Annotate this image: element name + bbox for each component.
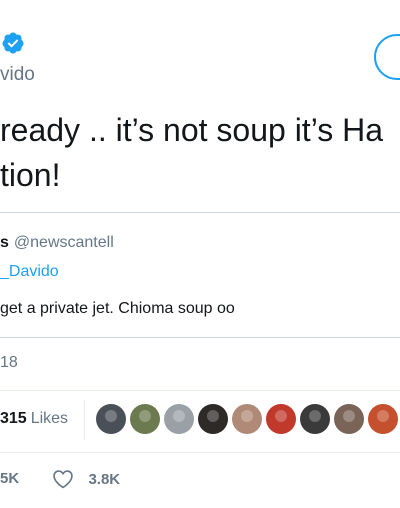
quoted-tweet-name: s — [0, 234, 9, 251]
liker-avatar[interactable] — [164, 404, 194, 434]
follow-button[interactable] — [374, 34, 400, 80]
liker-avatar[interactable] — [368, 404, 398, 434]
quoted-tweet-text: get a private jet. Chioma soup oo — [0, 300, 235, 317]
quoted-tweet-handle: @newscantell — [13, 234, 114, 251]
liker-avatar[interactable] — [232, 404, 262, 434]
likes-count: 315 — [0, 410, 27, 427]
heart-icon — [53, 470, 73, 489]
tweet-text-line: tion! — [0, 157, 61, 193]
stat-separator — [84, 400, 85, 440]
retweet-count[interactable]: 5K — [0, 470, 19, 487]
tweet-timestamp[interactable]: 18 — [0, 354, 18, 372]
divider — [0, 390, 400, 391]
likes-stat[interactable]: 315 Likes — [0, 410, 68, 428]
quoted-tweet-reply-to[interactable]: _Davido — [0, 263, 59, 281]
quoted-tweet-author[interactable]: s @newscantell — [0, 234, 114, 252]
liker-avatar[interactable] — [96, 404, 126, 434]
liker-avatar[interactable] — [266, 404, 296, 434]
liker-avatar[interactable] — [130, 404, 160, 434]
liker-avatar[interactable] — [334, 404, 364, 434]
tweet-text: ready .. it’s not soup it’s Ha tion! — [0, 108, 400, 198]
tweet-text-line: ready .. it’s not soup it’s Ha — [0, 112, 384, 148]
like-button[interactable]: 3.8K — [52, 468, 120, 492]
verified-badge-icon — [2, 32, 24, 54]
divider — [0, 452, 400, 453]
tweet-page: vido ready .. it’s not soup it’s Ha tion… — [0, 0, 400, 508]
quoted-tweet-card[interactable] — [0, 212, 400, 338]
liker-avatar[interactable] — [198, 404, 228, 434]
author-handle[interactable]: vido — [0, 64, 35, 86]
like-count: 3.8K — [88, 470, 121, 488]
liker-avatar[interactable] — [300, 404, 330, 434]
likes-label: Likes — [30, 410, 69, 427]
liker-avatars — [96, 404, 400, 436]
